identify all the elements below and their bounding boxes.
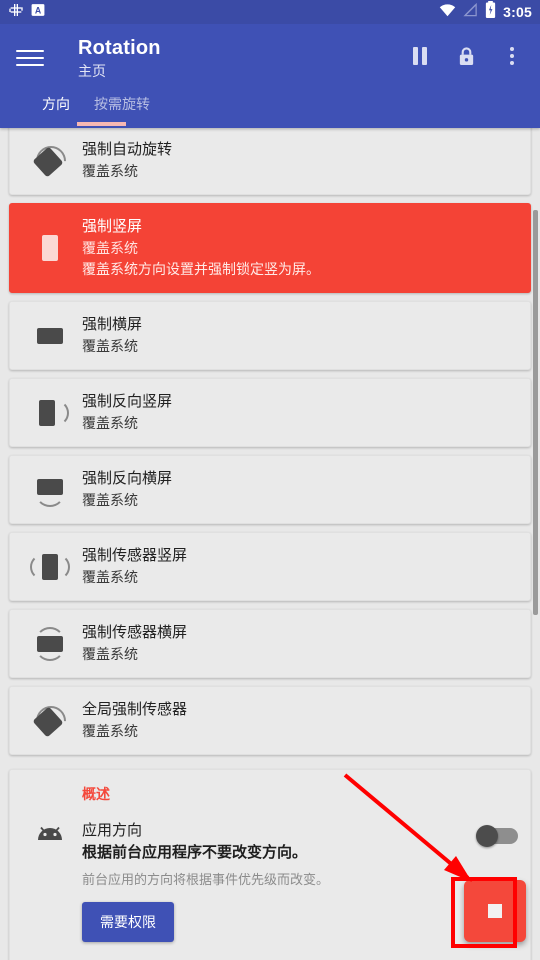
- rotate-auto-icon: [22, 139, 78, 182]
- sensor-portrait-icon: [22, 550, 78, 584]
- list-item[interactable]: 强制传感器横屏 覆盖系统: [9, 609, 531, 678]
- pause-icon[interactable]: [408, 44, 432, 68]
- reverse-portrait-icon: [22, 396, 78, 430]
- list-item-subtitle: 覆盖系统: [82, 723, 138, 739]
- list-item-title: 强制横屏: [82, 316, 143, 333]
- list-item-selected[interactable]: 强制竖屏 覆盖系统 覆盖系统方向设置并强制锁定竖为屏。: [9, 203, 531, 293]
- list-item-title: 强制反向横屏: [82, 470, 173, 487]
- list-item[interactable]: 强制横屏 覆盖系统: [9, 301, 531, 370]
- list-item-title: 全局强制传感器: [82, 701, 188, 718]
- page-subtitle: 主页: [78, 63, 106, 79]
- sensor-global-icon: [22, 699, 78, 742]
- android-robot-icon: [22, 820, 78, 848]
- signal-off-icon: [463, 2, 478, 22]
- reverse-landscape-icon: [22, 473, 78, 507]
- list-item[interactable]: 强制反向横屏 覆盖系统: [9, 455, 531, 524]
- request-permission-button[interactable]: 需要权限: [82, 902, 174, 942]
- list-item-subtitle: 覆盖系统: [82, 163, 138, 179]
- vertical-scrollbar[interactable]: [533, 210, 538, 615]
- list-item-title: 强制反向竖屏: [82, 393, 173, 410]
- a-letter-icon: A: [31, 3, 45, 22]
- status-bar-clock: 3:05: [503, 4, 532, 20]
- list-item-subtitle: 覆盖系统: [82, 646, 138, 662]
- bug-icon: [8, 2, 24, 23]
- list-item-subtitle: 覆盖系统: [82, 569, 138, 585]
- tab-bar: 方向 按需旋转: [16, 86, 524, 126]
- annotation-arrow: [343, 773, 472, 882]
- sensor-landscape-icon: [22, 626, 78, 661]
- page-title: Rotation: [78, 37, 161, 59]
- list-item-subtitle: 覆盖系统: [82, 338, 138, 354]
- status-bar: A 3:05: [0, 0, 540, 24]
- overflow-menu-icon[interactable]: [500, 44, 524, 68]
- list-item-subtitle: 覆盖系统: [82, 415, 138, 431]
- tab-indicator: [77, 122, 126, 126]
- portrait-icon: [22, 231, 78, 265]
- app-screen: A 3:05 Rotation 主页 方向 按需旋转 强制自动旋转 覆盖系统 强…: [0, 0, 540, 960]
- lock-icon[interactable]: [454, 44, 478, 68]
- tab-orientation[interactable]: 方向: [30, 94, 82, 126]
- app-bar: Rotation 主页 方向 按需旋转: [0, 24, 540, 128]
- list-item-title: 强制传感器竖屏: [82, 547, 188, 564]
- list-item[interactable]: 强制反向竖屏 覆盖系统: [9, 378, 531, 447]
- list-item-title: 强制竖屏: [82, 218, 143, 235]
- list-item-title: 强制自动旋转: [82, 141, 173, 158]
- wifi-icon: [439, 3, 456, 22]
- app-bar-titles: Rotation 主页: [78, 36, 408, 81]
- list-item-detail: 覆盖系统方向设置并强制锁定竖为屏。: [82, 261, 320, 277]
- svg-text:A: A: [35, 5, 42, 15]
- list-item[interactable]: 强制传感器竖屏 覆盖系统: [9, 532, 531, 601]
- battery-charging-icon: [485, 1, 496, 23]
- hamburger-menu-icon[interactable]: [16, 40, 52, 76]
- landscape-icon: [22, 319, 78, 353]
- list-item[interactable]: 全局强制传感器 覆盖系统: [9, 686, 531, 755]
- list-item-title: 强制传感器横屏: [82, 624, 188, 641]
- list-item-subtitle: 覆盖系统: [82, 492, 138, 508]
- list-item-subtitle: 覆盖系统: [82, 240, 138, 256]
